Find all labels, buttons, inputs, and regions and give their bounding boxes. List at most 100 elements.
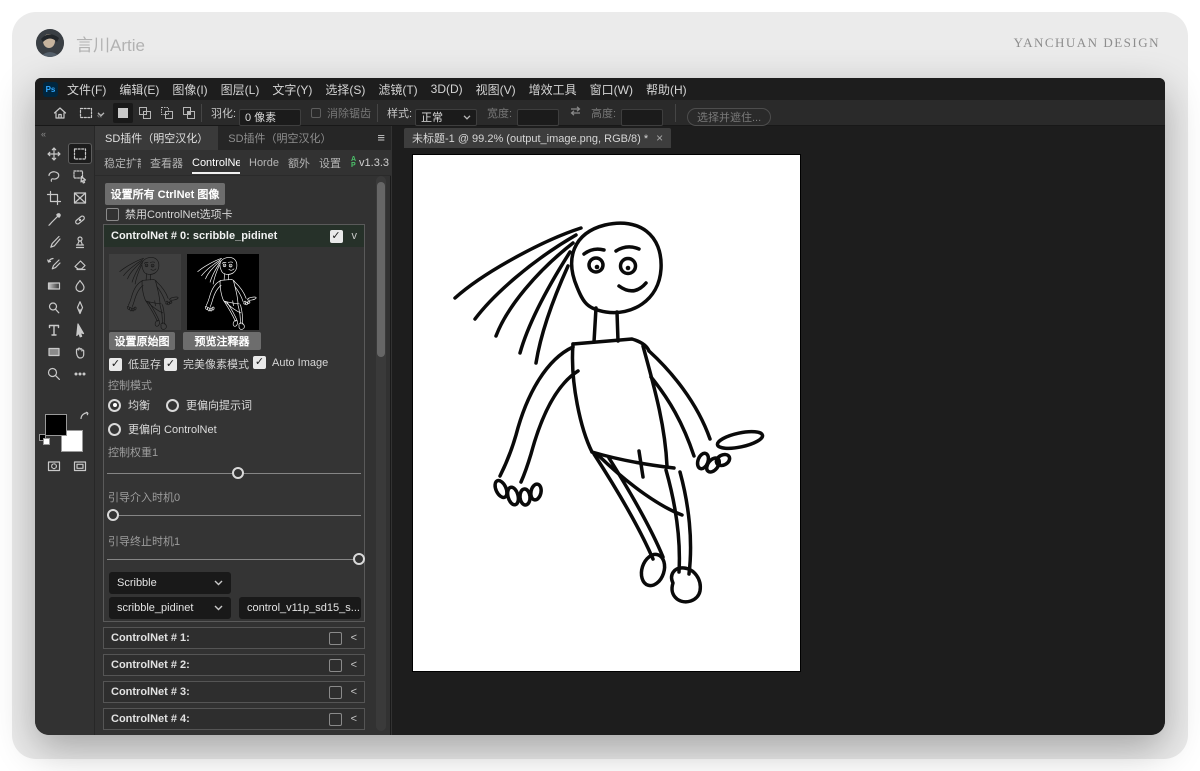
disable-controlnet-row[interactable]: 禁用ControlNet选项卡 [106,206,233,222]
document-tab[interactable]: 未标题-1 @ 99.2% (output_image.png, RGB/8) … [404,128,671,148]
disable-controlnet-checkbox[interactable] [106,208,119,221]
set-source-image-button[interactable]: 设置原始图 [109,332,175,350]
panel-menu-icon[interactable]: ≡ [377,130,385,145]
tab-viewer[interactable]: 查看器 [150,155,183,171]
guidance-end-slider[interactable] [107,559,361,560]
zoom-tool-icon[interactable] [43,364,65,383]
controlnet-1-expand-icon[interactable]: < [351,632,357,644]
document-close-icon[interactable]: × [656,131,663,145]
crop-tool-icon[interactable] [43,188,65,207]
tab-controlnet[interactable]: ControlNet [192,157,240,174]
mode-controlnet-radio[interactable] [108,423,121,436]
height-input[interactable] [621,109,663,126]
object-selection-tool-icon[interactable] [69,166,91,185]
quick-mask-icon[interactable] [43,456,65,475]
controlnet-1-header[interactable]: ControlNet # 1: < [103,627,365,649]
controlnet-2-checkbox[interactable] [329,659,342,672]
brush-tool-icon[interactable] [43,232,65,251]
menu-window[interactable]: 窗口(W) [590,81,633,98]
pixel-perfect-row[interactable]: ✓ 完美像素模式 [164,356,249,372]
add-to-selection-icon[interactable] [135,103,155,123]
eyedropper-tool-icon[interactable] [43,210,65,229]
move-tool-icon[interactable] [43,144,65,163]
lasso-tool-icon[interactable] [43,166,65,185]
controlnet-3-header[interactable]: ControlNet # 3: < [103,681,365,703]
annotator-preview-thumbnail[interactable] [187,254,259,330]
menu-help[interactable]: 帮助(H) [646,81,687,98]
controlnet-2-header[interactable]: ControlNet # 2: < [103,654,365,676]
toolbar-collapse-icon[interactable]: « [41,129,45,139]
controlnet-0-header[interactable]: ControlNet # 0: scribble_pidinet ✓ v [104,225,364,247]
width-input[interactable] [517,109,559,126]
select-and-mask-button[interactable]: 选择并遮住... [687,108,771,126]
source-image-thumbnail[interactable] [109,254,181,330]
hand-tool-icon[interactable] [69,342,91,361]
menu-view[interactable]: 视图(V) [476,81,516,98]
guidance-start-slider[interactable] [107,515,361,516]
style-select[interactable]: 正常 [415,109,477,126]
menu-type[interactable]: 文字(Y) [272,81,312,98]
subtract-from-selection-icon[interactable] [157,103,177,123]
anti-alias-checkbox[interactable] [311,108,321,118]
path-select-tool-icon[interactable] [69,320,91,339]
set-all-ctrlnet-button[interactable]: 设置所有 CtrlNet 图像 [105,183,225,205]
swap-colors-icon[interactable] [79,410,91,428]
mode-prompt-option[interactable]: 更偏向提示词 [166,397,252,413]
menu-select[interactable]: 选择(S) [325,81,365,98]
panel-tab-sd-plugin-inactive[interactable]: SD插件（明空汉化） [218,126,341,150]
menu-filter[interactable]: 滤镜(T) [378,81,417,98]
intersect-selection-icon[interactable] [179,103,199,123]
preprocessor-dropdown[interactable]: scribble_pidinet [109,597,231,619]
frame-tool-icon[interactable] [69,188,91,207]
new-selection-icon[interactable] [113,103,133,123]
control-weight-slider[interactable] [107,473,361,474]
eraser-tool-icon[interactable] [69,254,91,273]
control-weight-thumb[interactable] [232,467,244,479]
controlnet-4-header[interactable]: ControlNet # 4: < [103,708,365,730]
blur-tool-icon[interactable] [69,276,91,295]
mode-controlnet-option[interactable]: 更偏向 ControlNet [108,421,217,437]
panel-scrollbar-thumb[interactable] [377,182,385,357]
pixel-perfect-checkbox[interactable]: ✓ [164,358,177,371]
model-dropdown[interactable]: control_v11p_sd15_s... [239,597,361,619]
controlnet-3-checkbox[interactable] [329,686,342,699]
guidance-start-thumb[interactable] [107,509,119,521]
auto-image-checkbox[interactable]: ✓ [253,356,266,369]
controlnet-2-expand-icon[interactable]: < [351,659,357,671]
marquee-tool-preset-icon[interactable] [75,104,97,123]
type-tool-icon[interactable] [43,320,65,339]
low-vram-checkbox[interactable]: ✓ [109,358,122,371]
menu-layer[interactable]: 图层(L) [221,81,260,98]
panel-collapse-icon[interactable]: « [97,110,101,120]
controlnet-3-expand-icon[interactable]: < [351,686,357,698]
panel-tab-sd-plugin-active[interactable]: SD插件（明空汉化） [95,126,218,150]
tab-settings[interactable]: 设置 [319,155,341,171]
marquee-tool-icon[interactable] [69,144,91,163]
controlnet-1-checkbox[interactable] [329,632,342,645]
low-vram-row[interactable]: ✓ 低显存 [109,356,161,372]
controlnet-4-expand-icon[interactable]: < [351,713,357,725]
auto-image-row[interactable]: ✓ Auto Image [253,356,328,369]
category-dropdown[interactable]: Scribble [109,572,231,594]
controlnet-0-enabled-checkbox[interactable]: ✓ [330,230,343,243]
mode-balanced-radio[interactable] [108,399,121,412]
clone-stamp-tool-icon[interactable] [69,232,91,251]
tab-horde[interactable]: Horde [249,157,279,169]
home-icon[interactable] [49,104,71,123]
more-tools-icon[interactable] [69,364,91,383]
dodge-tool-icon[interactable] [43,298,65,317]
controlnet-0-collapse-icon[interactable]: v [352,230,358,242]
menu-edit[interactable]: 编辑(E) [119,81,159,98]
guidance-end-thumb[interactable] [353,553,365,565]
pen-tool-icon[interactable] [69,298,91,317]
foreground-color-swatch[interactable] [45,414,67,436]
screen-mode-icon[interactable] [69,456,91,475]
gradient-tool-icon[interactable] [43,276,65,295]
panel-scrollbar[interactable] [376,176,386,731]
avatar[interactable] [36,29,64,57]
swap-dimensions-icon[interactable] [569,104,582,122]
preview-annotator-button[interactable]: 预览注释器 [183,332,261,350]
feather-input[interactable]: 0 像素 [239,109,301,126]
mode-balanced-option[interactable]: 均衡 [108,397,150,413]
mode-prompt-radio[interactable] [166,399,179,412]
